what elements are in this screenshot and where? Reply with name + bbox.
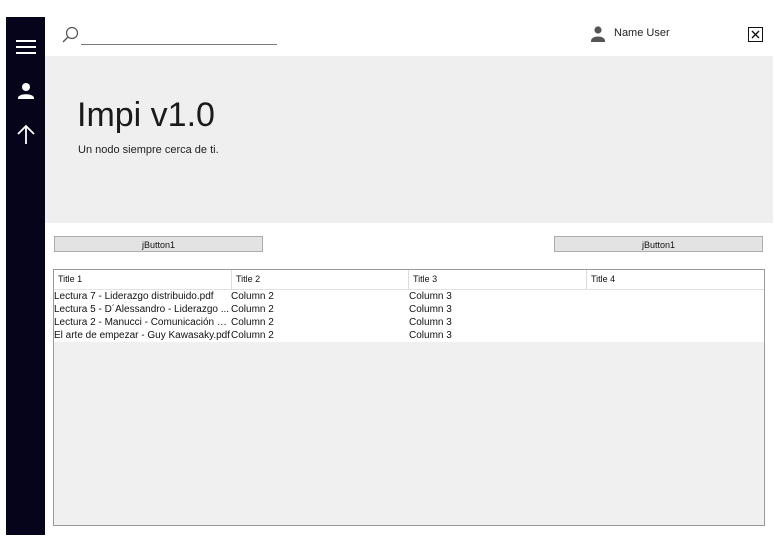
table-row[interactable]: Lectura 2 - Manucci - Comunicación - i..… <box>54 316 764 329</box>
table-cell: Lectura 5 - D´Alessandro - Liderazgo ... <box>54 304 230 315</box>
table-cell: Column 2 <box>231 330 274 341</box>
table-cell: El arte de empezar - Guy Kawasaky.pdf <box>54 330 230 341</box>
table-cell <box>587 290 763 303</box>
search-input[interactable] <box>81 28 277 45</box>
table-cell: Column 2 <box>231 304 274 315</box>
table-row[interactable]: Lectura 5 - D´Alessandro - Liderazgo ...… <box>54 303 764 316</box>
left-jbutton[interactable]: jButton1 <box>54 236 263 252</box>
app-title: Impi v1.0 <box>77 96 215 134</box>
column-header[interactable]: Title 2 <box>232 270 409 289</box>
table-cell <box>587 329 763 342</box>
table-cell: Column 2 <box>231 317 274 328</box>
column-header[interactable]: Title 1 <box>54 270 232 289</box>
user-name: Name User <box>614 27 670 39</box>
sidebar <box>6 17 45 535</box>
close-icon[interactable] <box>748 27 763 42</box>
table-row[interactable]: El arte de empezar - Guy Kawasaky.pdf Co… <box>54 329 764 342</box>
table-cell: Lectura 7 - Liderazgo distribuido.pdf <box>54 291 214 302</box>
search-icon[interactable] <box>61 25 81 45</box>
table-row[interactable]: Lectura 7 - Liderazgo distribuido.pdf Co… <box>54 290 764 303</box>
column-header[interactable]: Title 3 <box>409 270 587 289</box>
arrow-up-icon[interactable] <box>14 123 38 147</box>
table-cell <box>587 316 763 329</box>
app-subtitle: Un nodo siempre cerca de ti. <box>78 144 219 156</box>
column-header[interactable]: Title 4 <box>587 270 764 289</box>
table-header: Title 1 Title 2 Title 3 Title 4 <box>54 270 764 290</box>
table-cell: Column 3 <box>409 330 452 341</box>
file-table[interactable]: Title 1 Title 2 Title 3 Title 4 Lectura … <box>53 269 765 526</box>
table-cell: Lectura 2 - Manucci - Comunicación - i..… <box>54 317 230 328</box>
table-cell <box>587 303 763 316</box>
user-icon[interactable] <box>14 79 38 103</box>
table-cell: Column 3 <box>409 291 452 302</box>
table-cell: Column 3 <box>409 317 452 328</box>
table-cell: Column 3 <box>409 304 452 315</box>
hero-banner: Impi v1.0 Un nodo siempre cerca de ti. <box>45 56 773 223</box>
top-bar: Name User <box>45 17 773 56</box>
user-icon <box>589 25 607 43</box>
right-jbutton[interactable]: jButton1 <box>554 236 763 252</box>
table-body: Lectura 7 - Liderazgo distribuido.pdf Co… <box>54 290 764 342</box>
hamburger-menu-icon[interactable] <box>14 35 38 59</box>
table-cell: Column 2 <box>231 291 274 302</box>
